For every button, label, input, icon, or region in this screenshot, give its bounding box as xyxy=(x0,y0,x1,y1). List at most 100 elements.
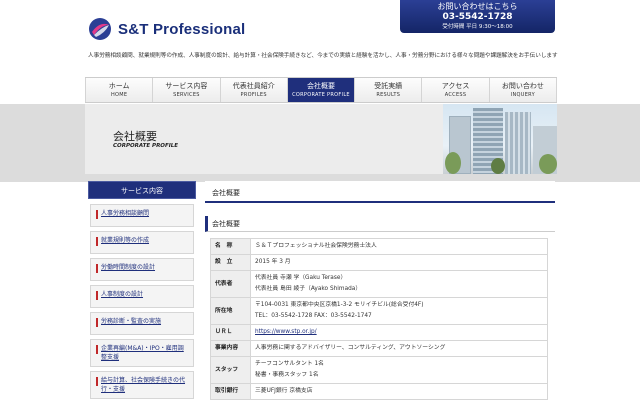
bullet-marker xyxy=(96,264,98,273)
row-key: 事業内容 xyxy=(210,340,251,357)
row-key: 所在地 xyxy=(210,297,251,325)
nav-sublabel: RESULTS xyxy=(376,92,401,98)
website-link[interactable]: https://www.stp.or.jp/ xyxy=(255,329,317,335)
bullet-marker xyxy=(96,237,98,246)
table-row: 所在地 〒104-0031 東京都中央区京橋1-3-2 モリイチビル(総合受付4… xyxy=(210,297,548,325)
company-profile-table: 名 称 Ｓ＆Ｔプロフェッショナル社会保険労務士法人 設 立 2015 年 3 月… xyxy=(210,238,548,400)
row-value: 代表社員 寺瀬 学（Gaku Terase） 代表社員 島田 綾子（Ayako … xyxy=(250,270,548,298)
contact-hours: 受付時間 平日 9:30〜18:00 xyxy=(442,24,513,30)
table-row: スタッフ チーフコンサルタント 1名 秘書・事務スタッフ 1名 xyxy=(210,356,548,384)
sidebar-item-payroll[interactable]: 給与計算、社会保険手続きの代行・支援 xyxy=(90,371,194,399)
nav-profiles[interactable]: 代表社員紹介 PROFILES xyxy=(221,78,288,102)
nav-access[interactable]: アクセス ACCESS xyxy=(422,78,490,102)
row-value: Ｓ＆Ｔプロフェッショナル社会保険労務士法人 xyxy=(250,238,548,255)
building-photo xyxy=(443,104,557,174)
nav-home[interactable]: ホーム HOME xyxy=(85,78,154,102)
sidebar-item-label: 人事労務相談顧問 xyxy=(101,210,150,217)
nav-sublabel: ACCESS xyxy=(444,92,467,98)
value-line: 代表社員 島田 綾子（Ayako Shimada） xyxy=(255,286,362,292)
contact-phone: 03-5542-1728 xyxy=(442,12,513,22)
tree-shape xyxy=(445,152,461,174)
value-line: 人事労務に関するアドバイザリー、コンサルティング、アウトソーシング xyxy=(255,345,446,351)
row-key: スタッフ xyxy=(210,356,251,384)
row-key: ＵＲＬ xyxy=(210,324,251,341)
row-value: 〒104-0031 東京都中央区京橋1-3-2 モリイチビル(総合受付4F) T… xyxy=(250,297,548,325)
sidebar-item-label: 労務診断・監査の実施 xyxy=(101,318,162,325)
nav-results[interactable]: 受託実績 RESULTS xyxy=(355,78,423,102)
row-value: チーフコンサルタント 1名 秘書・事務スタッフ 1名 xyxy=(250,356,548,384)
bullet-marker xyxy=(96,210,98,219)
intro-text: 人事労務相談顧問、就業規則等の作成、人事制度の設計、給与計算・社会保険手続きなど… xyxy=(88,53,558,59)
page-banner: 会社概要 CORPORATE PROFILE xyxy=(0,104,640,174)
banner-title: 会社概要 xyxy=(113,130,157,143)
nav-sublabel: INQUERY xyxy=(510,92,535,98)
sidebar-item-reorganization[interactable]: 企業再編(M&A)・IPO・雇用調整支援 xyxy=(90,339,194,367)
section-heading: 会社概要 xyxy=(205,216,555,232)
nav-services[interactable]: サービス内容 SERVICES xyxy=(153,78,221,102)
nav-label: アクセス xyxy=(441,82,470,90)
bullet-marker xyxy=(96,291,98,300)
site-logo[interactable]: S&T Professional xyxy=(88,16,245,42)
row-key: 設 立 xyxy=(210,254,251,271)
table-row: 設 立 2015 年 3 月 xyxy=(210,254,548,271)
table-row: 名 称 Ｓ＆Ｔプロフェッショナル社会保険労務士法人 xyxy=(210,238,548,255)
table-row: 事業内容 人事労務に関するアドバイザリー、コンサルティング、アウトソーシング xyxy=(210,340,548,357)
contact-box[interactable]: お問い合わせはこちら 03-5542-1728 受付時間 平日 9:30〜18:… xyxy=(400,0,555,33)
banner-panel: 会社概要 CORPORATE PROFILE xyxy=(85,104,557,174)
bullet-marker xyxy=(96,377,98,386)
section-title: 会社概要 xyxy=(212,220,240,228)
building-shape xyxy=(505,112,531,174)
nav-label: サービス内容 xyxy=(165,82,208,90)
bullet-marker xyxy=(96,318,98,327)
row-value: 三菱UFJ銀行 京橋支店 xyxy=(250,383,548,400)
value-line: 代表社員 寺瀬 学（Gaku Terase） xyxy=(255,275,347,281)
nav-label: 会社概要 xyxy=(306,82,335,90)
contact-label: お問い合わせはこちら xyxy=(437,2,518,11)
value-line: 秘書・事務スタッフ 1名 xyxy=(255,372,319,378)
sidebar-item-consulting[interactable]: 人事労務相談顧問 xyxy=(90,204,194,227)
logo-text: S&T Professional xyxy=(118,20,246,38)
row-value: 人事労務に関するアドバイザリー、コンサルティング、アウトソーシング xyxy=(250,340,548,357)
row-key: 名 称 xyxy=(210,238,251,255)
nav-label: ホーム xyxy=(108,82,130,90)
nav-label: 受託実績 xyxy=(374,82,403,90)
sidebar-item-hr-system[interactable]: 人事制度の設計 xyxy=(90,285,194,308)
sidebar-heading: サービス内容 xyxy=(88,181,196,199)
value-line: 2015 年 3 月 xyxy=(255,259,291,265)
table-row: ＵＲＬ https://www.stp.or.jp/ xyxy=(210,324,548,341)
value-line: チーフコンサルタント 1名 xyxy=(255,361,324,367)
value-line: 三菱UFJ銀行 京橋支店 xyxy=(255,388,313,394)
tree-shape xyxy=(539,154,557,174)
sidebar-item-label: 労働時間制度の設計 xyxy=(101,264,156,271)
row-key: 代表者 xyxy=(210,270,251,298)
sidebar-item-working-hours[interactable]: 労働時間制度の設計 xyxy=(90,258,194,281)
sidebar-menu: 人事労務相談顧問 就業規則等の作成 労働時間制度の設計 人事制度の設計 労務診断… xyxy=(90,204,194,400)
sidebar-item-audit[interactable]: 労務診断・監査の実施 xyxy=(90,312,194,335)
global-nav: ホーム HOME サービス内容 SERVICES 代表社員紹介 PROFILES… xyxy=(85,77,557,103)
sidebar-item-work-rules[interactable]: 就業規則等の作成 xyxy=(90,231,194,254)
row-key: 取引銀行 xyxy=(210,383,251,400)
tree-shape xyxy=(491,158,505,174)
content-heading: 会社概要 xyxy=(205,181,555,203)
table-row: 取引銀行 三菱UFJ銀行 京橋支店 xyxy=(210,383,548,400)
nav-sublabel: SERVICES xyxy=(173,92,200,98)
value-line: TEL：03-5542-1728 FAX：03-5542-1747 xyxy=(255,313,372,319)
nav-label: お問い合わせ xyxy=(501,82,544,90)
sidebar-item-label: 人事制度の設計 xyxy=(101,291,144,298)
banner-subtitle: CORPORATE PROFILE xyxy=(113,143,179,149)
nav-sublabel: PROFILES xyxy=(240,92,267,98)
row-value: https://www.stp.or.jp/ xyxy=(250,324,548,341)
nav-sublabel: HOME xyxy=(110,92,128,98)
nav-label: 代表社員紹介 xyxy=(232,82,275,90)
sidebar-item-label: 企業再編(M&A)・IPO・雇用調整支援 xyxy=(101,345,184,361)
nav-inquiry[interactable]: お問い合わせ INQUERY xyxy=(490,78,557,102)
value-line: Ｓ＆Ｔプロフェッショナル社会保険労務士法人 xyxy=(255,243,377,249)
nav-sublabel: CORPORATE PROFILE xyxy=(292,92,350,98)
table-row: 代表者 代表社員 寺瀬 学（Gaku Terase） 代表社員 島田 綾子（Ay… xyxy=(210,270,548,298)
nav-corporate-profile[interactable]: 会社概要 CORPORATE PROFILE xyxy=(287,78,356,102)
row-value: 2015 年 3 月 xyxy=(250,254,548,271)
sidebar-item-label: 就業規則等の作成 xyxy=(101,237,150,244)
bullet-marker xyxy=(96,345,98,354)
page-title: 会社概要 xyxy=(212,189,240,197)
sidebar-item-label: 給与計算、社会保険手続きの代行・支援 xyxy=(101,377,186,393)
